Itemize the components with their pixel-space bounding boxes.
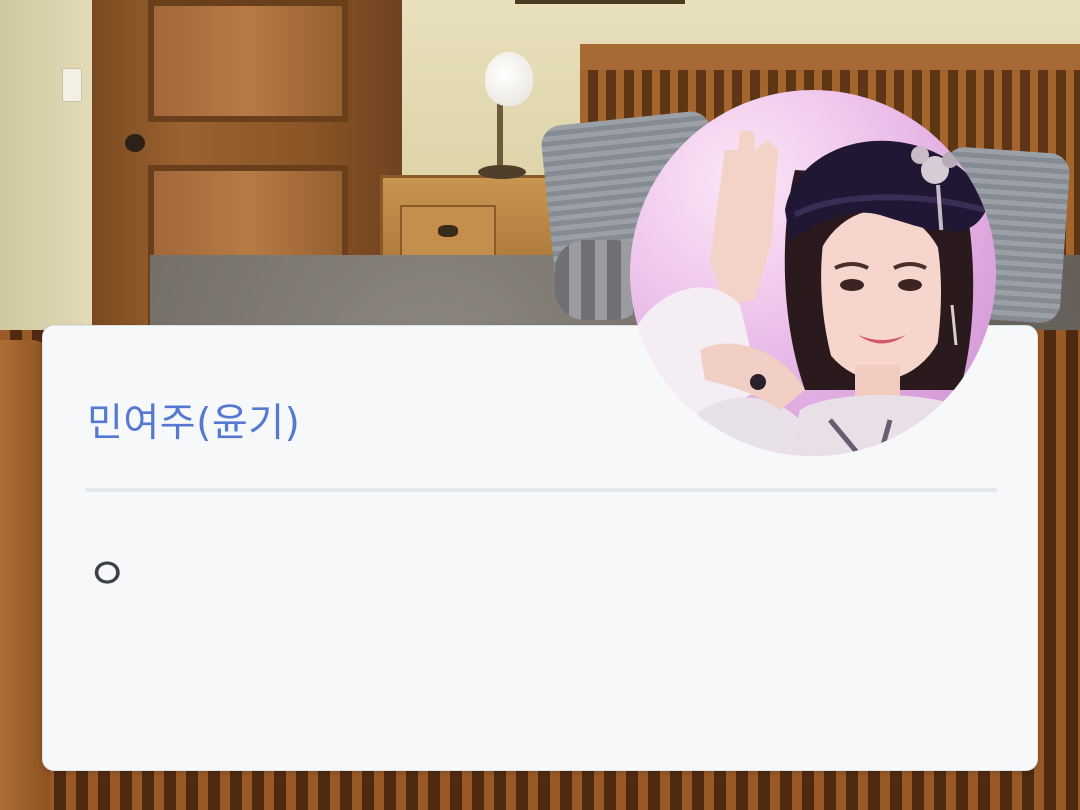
door-knob: [125, 134, 145, 152]
light-switch: [62, 68, 82, 102]
wall-shade: [0, 0, 95, 330]
lamp-base: [478, 165, 526, 179]
lamp-shade: [485, 52, 533, 106]
dialog-message: ㅇ: [87, 549, 128, 600]
door-panel-top: [148, 0, 348, 122]
dialog-divider: [85, 488, 997, 492]
speaker-name: 민여주(윤기): [87, 401, 301, 446]
drawer-pull: [438, 225, 458, 237]
picture-frame: [515, 0, 685, 4]
portrait-illustration: [630, 130, 996, 456]
character-portrait-icon: [630, 90, 996, 456]
